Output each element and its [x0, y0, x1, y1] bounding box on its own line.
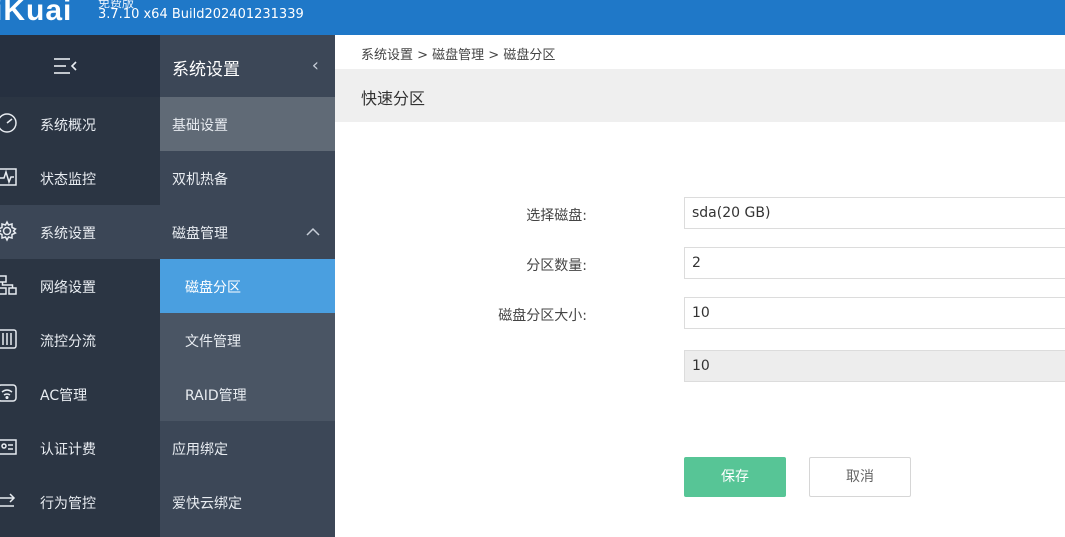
sidebar-item-overview[interactable]: 系统概况 — [0, 97, 160, 151]
sidebar-item-label: 认证计费 — [40, 442, 96, 458]
submenu-item-label: 磁盘分区 — [185, 280, 241, 296]
submenu-item-hot-standby[interactable]: 双机热备 — [160, 151, 335, 205]
breadcrumb: 系统设置 > 磁盘管理 > 磁盘分区 — [361, 48, 556, 63]
version-label: 3.7.10 x64 Build202401231339 — [98, 7, 304, 22]
submenu-item-disk-management[interactable]: 磁盘管理 — [160, 205, 335, 259]
submenu-item-label: 双机热备 — [172, 172, 228, 188]
network-icon — [0, 275, 17, 295]
submenu-item-label: 磁盘管理 — [172, 226, 228, 242]
submenu-item-cloud-binding[interactable]: 爱快云绑定 — [160, 475, 335, 529]
cancel-button[interactable]: 取消 — [809, 457, 911, 497]
secondary-sidebar-header: 系统设置 ‹ — [160, 35, 335, 97]
partition-count-label: 分区数量: — [526, 258, 587, 274]
menu-collapse-icon — [54, 58, 77, 74]
sidebar-item-label: 流控分流 — [40, 334, 96, 350]
secondary-sidebar-title: 系统设置 — [172, 60, 240, 80]
sidebar-item-system-settings[interactable]: 系统设置 — [0, 205, 160, 259]
sidebar-toggle[interactable] — [0, 35, 160, 97]
submenu-item-label: 文件管理 — [185, 334, 241, 350]
sidebar-item-label: 网络设置 — [40, 280, 96, 296]
submenu-item-disk-partition[interactable]: 磁盘分区 — [160, 259, 335, 313]
behavior-icon — [0, 493, 16, 507]
submenu-item-label: RAID管理 — [185, 388, 247, 404]
disk-select-label: 选择磁盘: — [526, 208, 587, 224]
chevron-left-icon[interactable]: ‹ — [312, 55, 319, 76]
dashboard-icon — [0, 113, 17, 133]
sidebar-item-behavior[interactable]: 行为管控 — [0, 475, 160, 529]
partition-size-label: 磁盘分区大小: — [498, 308, 587, 324]
panel-title: 快速分区 — [361, 89, 426, 108]
panel-header: 快速分区 — [335, 69, 1065, 122]
sidebar-item-label: 系统概况 — [40, 118, 96, 134]
app-logo: iKuai — [0, 0, 73, 27]
submenu-item-basic-settings[interactable]: 基础设置 — [160, 97, 335, 151]
primary-sidebar: 系统概况 状态监控 系统设置 网络设置 流控分流 AC管理 认证计费 行为管控 — [0, 35, 160, 537]
secondary-sidebar: 系统设置 ‹ 基础设置 双机热备 磁盘管理 磁盘分区 文件管理 RAID管理 应… — [160, 35, 335, 537]
sidebar-item-ac[interactable]: AC管理 — [0, 367, 160, 421]
partition-count-input[interactable]: 2 — [684, 247, 1065, 279]
disk-select[interactable]: sda(20 GB) — [684, 197, 1065, 229]
submenu-item-raid-management[interactable]: RAID管理 — [160, 367, 335, 421]
sidebar-item-flow-control[interactable]: 流控分流 — [0, 313, 160, 367]
sidebar-item-label: AC管理 — [40, 388, 88, 404]
sidebar-item-monitor[interactable]: 状态监控 — [0, 151, 160, 205]
partition-size-input[interactable]: 10 — [684, 297, 1065, 329]
monitor-icon — [0, 168, 17, 186]
wifi-icon — [0, 384, 17, 402]
submenu-item-app-binding[interactable]: 应用绑定 — [160, 421, 335, 475]
save-button[interactable]: 保存 — [684, 457, 786, 497]
sidebar-item-label: 行为管控 — [40, 496, 96, 512]
submenu-item-label: 应用绑定 — [172, 442, 228, 458]
sidebar-item-label: 状态监控 — [40, 172, 96, 188]
submenu-item-label: 基础设置 — [172, 118, 228, 134]
top-header: iKuai 免费版 3.7.10 x64 Build202401231339 — [0, 0, 1065, 35]
partition-size-input-2: 10 — [684, 350, 1065, 382]
submenu-item-label: 爱快云绑定 — [172, 496, 242, 512]
id-card-icon — [0, 439, 17, 455]
gear-icon — [0, 220, 17, 242]
sliders-icon — [0, 329, 17, 349]
submenu-item-file-management[interactable]: 文件管理 — [160, 313, 335, 367]
sidebar-item-auth-billing[interactable]: 认证计费 — [0, 421, 160, 475]
sidebar-item-network[interactable]: 网络设置 — [0, 259, 160, 313]
sidebar-item-label: 系统设置 — [40, 226, 96, 242]
chevron-up-icon — [306, 227, 320, 236]
main-content: 系统设置 > 磁盘管理 > 磁盘分区 快速分区 选择磁盘: sda(20 GB)… — [335, 35, 1065, 537]
